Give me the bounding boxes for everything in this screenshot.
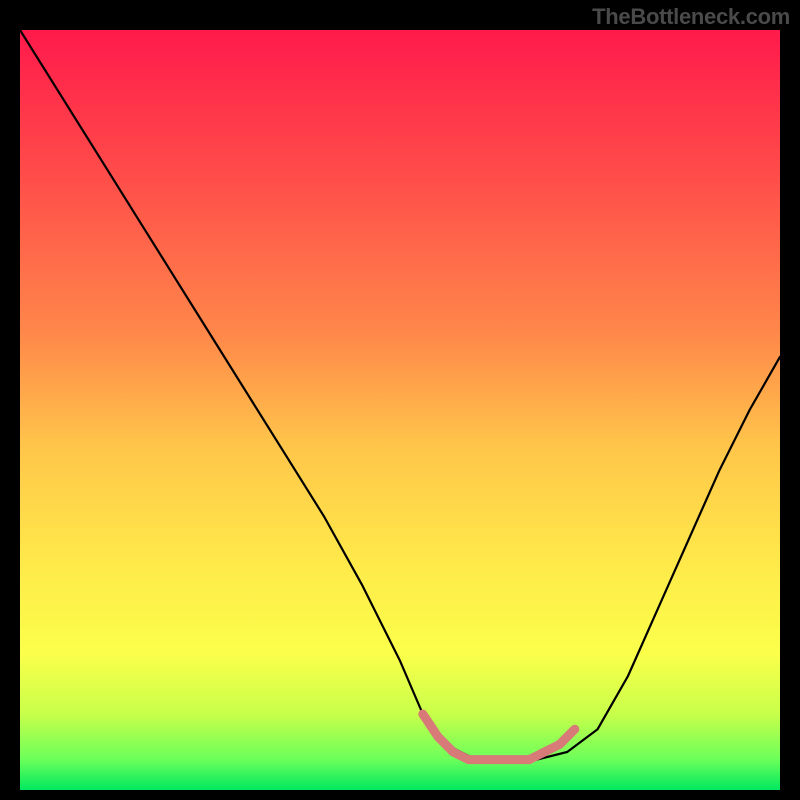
watermark-label: TheBottleneck.com bbox=[592, 4, 790, 30]
bottleneck-chart bbox=[20, 30, 780, 790]
chart-frame: TheBottleneck.com bbox=[0, 0, 800, 800]
gradient-background bbox=[20, 30, 780, 790]
